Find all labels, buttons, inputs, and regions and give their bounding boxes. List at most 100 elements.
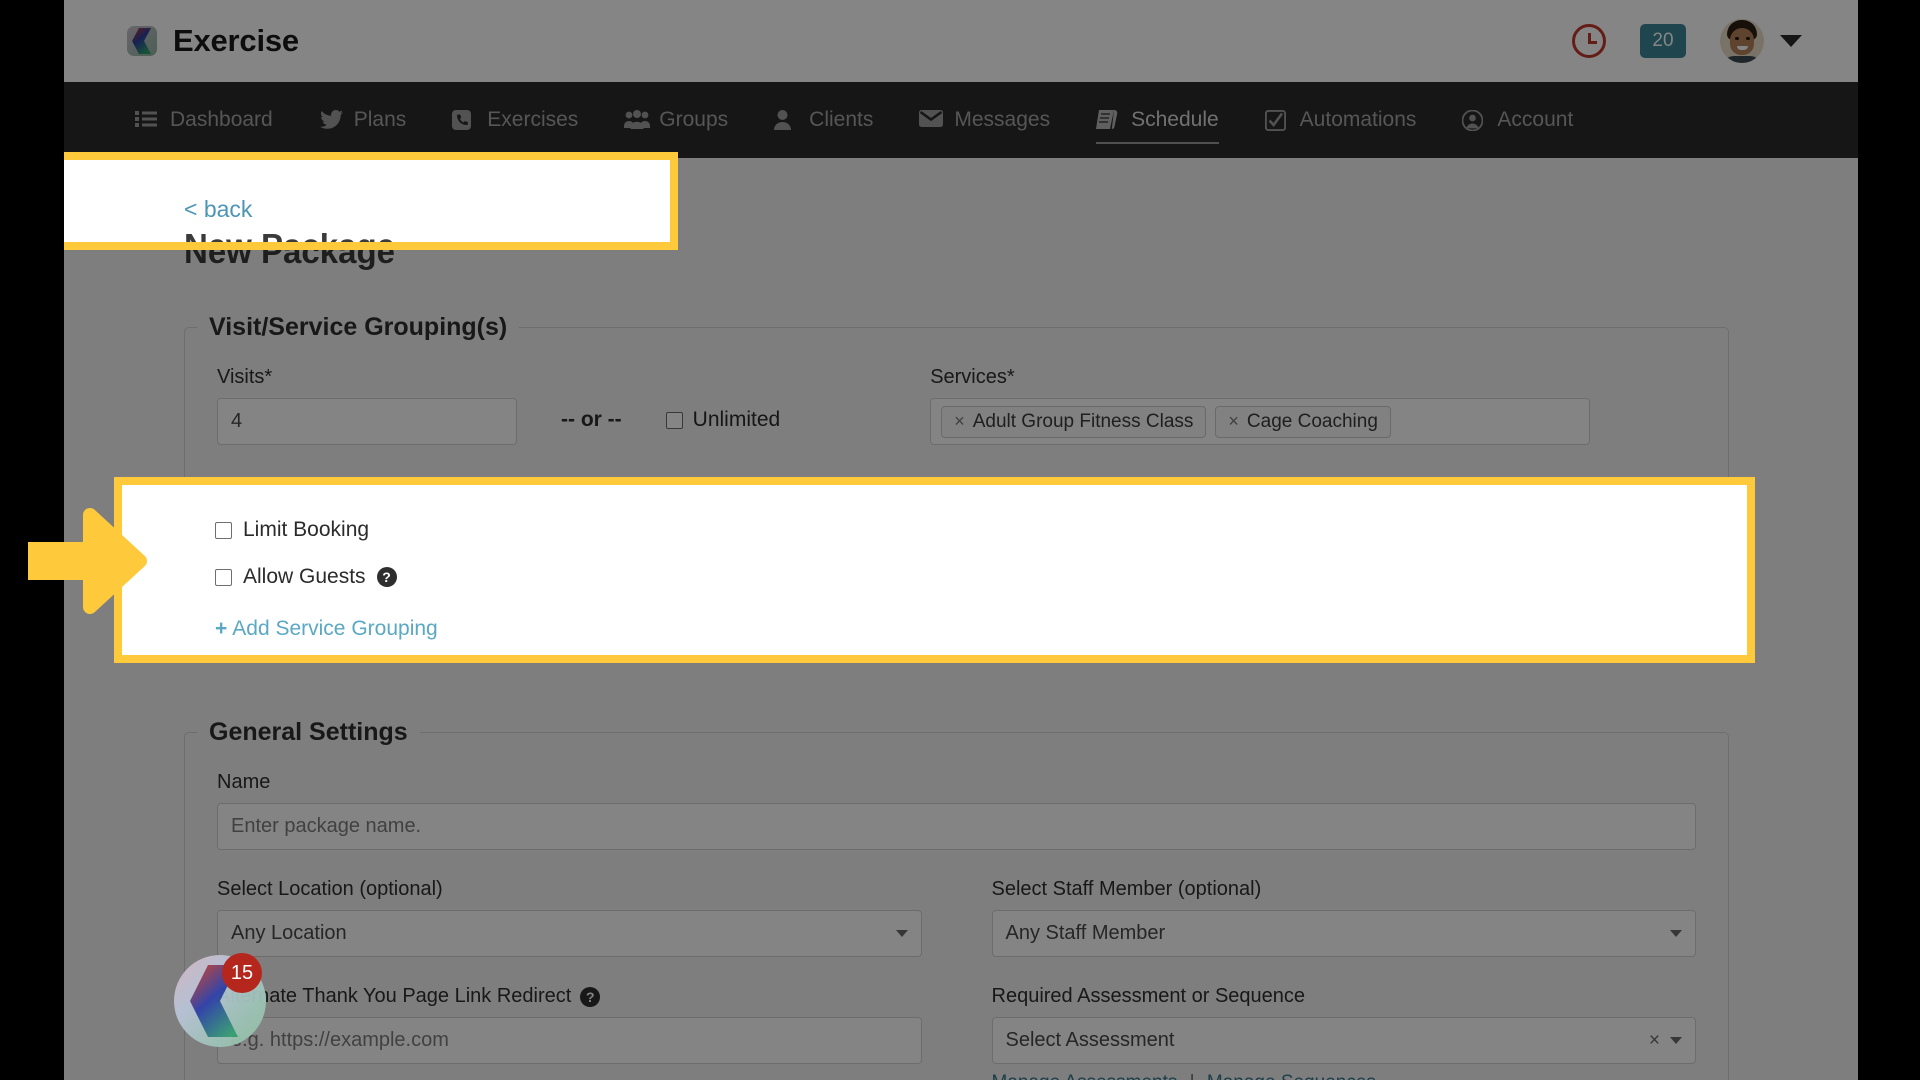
chevron-down-icon[interactable] — [1670, 930, 1682, 937]
limit-booking-checkbox[interactable] — [215, 521, 232, 539]
services-tag-input[interactable]: × Adult Group Fitness Class × Cage Coach… — [930, 398, 1591, 445]
visits-input[interactable] — [217, 398, 517, 445]
location-label: Select Location (optional) — [217, 878, 443, 900]
plus-icon: + — [215, 617, 228, 640]
nav-label: Exercises — [487, 108, 579, 131]
allow-guests-checkbox[interactable] — [215, 568, 232, 586]
service-tag[interactable]: × Cage Coaching — [1215, 405, 1391, 438]
nav-item-messages[interactable]: Messages — [896, 82, 1073, 158]
allow-guests-label: Allow Guests — [243, 565, 366, 588]
check-square-icon — [1264, 110, 1289, 131]
remove-tag-icon[interactable]: × — [954, 411, 965, 432]
nav-label: Automations — [1299, 108, 1417, 131]
exercise-logo-icon — [127, 25, 161, 57]
list-icon — [135, 110, 159, 130]
help-icon[interactable]: ? — [376, 567, 397, 587]
chevron-down-icon[interactable] — [1780, 35, 1802, 47]
brand-name: Exercise — [173, 23, 299, 58]
nav-label: Groups — [659, 108, 729, 131]
nav-item-dashboard[interactable]: Dashboard — [112, 82, 296, 158]
location-select[interactable]: Any Location — [217, 910, 922, 957]
notification-count-badge[interactable]: 20 — [1640, 24, 1686, 58]
back-link-highlighted[interactable]: < back — [184, 196, 252, 223]
manage-links-divider: | — [1190, 1072, 1195, 1080]
chat-unread-badge[interactable]: 15 — [222, 953, 262, 993]
manage-sequences-link[interactable]: Manage Sequences — [1207, 1072, 1376, 1080]
add-service-grouping-link[interactable]: + Add Service Grouping — [215, 617, 438, 641]
redirect-input[interactable] — [217, 1017, 922, 1064]
nav-label: Clients — [809, 108, 874, 131]
services-field-group: Services* × Adult Group Fitness Class × … — [930, 366, 1696, 445]
assessment-select[interactable]: Select Assessment × — [991, 1017, 1696, 1064]
pointer-arrow-icon — [21, 505, 148, 617]
service-tag[interactable]: × Adult Group Fitness Class — [941, 405, 1207, 438]
service-tag-label: Adult Group Fitness Class — [972, 410, 1194, 432]
nav-label: Plans — [353, 108, 407, 131]
clear-selection-icon[interactable]: × — [1649, 1030, 1660, 1052]
add-service-grouping-label: Add Service Grouping — [232, 617, 438, 640]
highlight-region-booking-options: Limit Booking Allow Guests ? + Add Servi… — [122, 485, 1747, 655]
main-navigation: Dashboard Plans Exercises Groups Clients… — [64, 82, 1858, 158]
staff-field-group: Select Staff Member (optional) Any Staff… — [991, 878, 1696, 957]
redirect-assessment-row: Alternate Thank You Page Link Redirect ?… — [217, 985, 1696, 1080]
phone-icon — [452, 110, 476, 130]
assessment-label: Required Assessment or Sequence — [991, 985, 1306, 1007]
location-value: Any Location — [231, 922, 347, 944]
redirect-label: Alternate Thank You Page Link Redirect — [217, 985, 572, 1007]
book-icon — [1096, 110, 1120, 130]
panel-legend: Visit/Service Grouping(s) — [209, 313, 508, 341]
chevron-down-icon[interactable] — [895, 930, 908, 937]
assessment-value: Select Assessment — [1005, 1029, 1175, 1051]
staff-value: Any Staff Member — [1005, 922, 1166, 944]
unlimited-label: Unlimited — [692, 408, 781, 431]
account-menu[interactable] — [1720, 19, 1802, 63]
manage-assessments-link[interactable]: Manage Assessments — [992, 1072, 1178, 1080]
nav-item-exercises[interactable]: Exercises — [429, 82, 601, 158]
limit-booking-label: Limit Booking — [243, 518, 370, 541]
allow-guests-row[interactable]: Allow Guests ? — [215, 565, 397, 589]
nav-label: Schedule — [1131, 108, 1219, 131]
limit-booking-row[interactable]: Limit Booking — [215, 518, 369, 542]
nav-label: Messages — [954, 108, 1051, 131]
page-title-highlighted: New Package — [184, 227, 395, 242]
users-icon — [624, 110, 651, 130]
panel-legend: General Settings — [209, 718, 408, 746]
help-icon[interactable]: ? — [580, 986, 601, 1007]
bird-icon — [319, 110, 343, 130]
location-staff-row: Select Location (optional) Any Location … — [217, 878, 1696, 957]
remove-tag-icon[interactable]: × — [1228, 411, 1239, 432]
staff-select[interactable]: Any Staff Member — [991, 910, 1696, 957]
visits-label: Visits* — [217, 366, 273, 388]
redirect-label-row: Alternate Thank You Page Link Redirect ? — [217, 985, 922, 1008]
header-actions: 20 — [1572, 19, 1802, 63]
name-input[interactable] — [217, 803, 1696, 850]
nav-label: Dashboard — [170, 108, 273, 131]
brand[interactable]: Exercise — [127, 23, 299, 59]
user-icon — [774, 110, 798, 130]
screenshot-stage: Exercise 20 Dashboard Plans Exercises Gr… — [0, 0, 1920, 1080]
nav-item-account[interactable]: Account — [1439, 82, 1596, 158]
name-field-group: Name — [217, 771, 1696, 850]
staff-label: Select Staff Member (optional) — [991, 878, 1262, 900]
chevron-down-icon[interactable] — [1670, 1037, 1682, 1044]
nav-item-clients[interactable]: Clients — [751, 82, 896, 158]
nav-item-schedule[interactable]: Schedule — [1073, 82, 1242, 158]
app-header: Exercise 20 — [64, 0, 1858, 82]
unlimited-checkbox[interactable] — [665, 411, 683, 429]
services-label: Services* — [930, 366, 1015, 388]
nav-item-groups[interactable]: Groups — [601, 82, 751, 158]
user-circle-icon — [1462, 110, 1486, 131]
manage-links: Manage Assessments | Manage Sequences — [992, 1072, 1697, 1080]
redirect-field-group: Alternate Thank You Page Link Redirect ? — [217, 985, 922, 1080]
nav-label: Account — [1497, 108, 1574, 131]
nav-item-plans[interactable]: Plans — [296, 82, 430, 158]
highlight-region-back: < back New Package — [64, 160, 670, 242]
location-field-group: Select Location (optional) Any Location — [217, 878, 922, 957]
nav-item-automations[interactable]: Automations — [1242, 82, 1440, 158]
service-tag-label: Cage Coaching — [1246, 410, 1378, 432]
unlimited-checkbox-row[interactable]: Unlimited — [665, 408, 781, 432]
avatar[interactable] — [1720, 19, 1764, 63]
chat-widget[interactable]: 15 — [174, 953, 266, 1047]
envelope-icon — [919, 110, 944, 130]
clock-icon[interactable] — [1572, 24, 1606, 58]
